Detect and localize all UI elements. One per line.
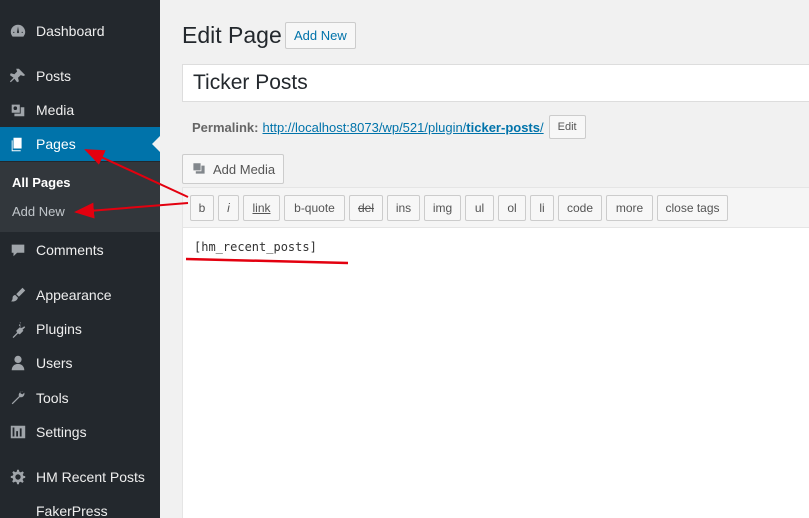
menu-plugins[interactable]: Plugins (0, 312, 160, 346)
qt-close-tags-button[interactable]: close tags (657, 195, 728, 221)
qt-code-button[interactable]: code (558, 195, 602, 221)
menu-dashboard[interactable]: Dashboard (0, 14, 160, 48)
pages-submenu: All Pages Add New (0, 162, 160, 232)
fakerpress-icon (8, 501, 28, 518)
menu-appearance[interactable]: Appearance (0, 278, 160, 312)
qt-ul-button[interactable]: ul (465, 195, 494, 221)
menu-comments-label: Comments (36, 242, 104, 258)
settings-icon (8, 422, 28, 442)
menu-users[interactable]: Users (0, 346, 160, 380)
add-media-label: Add Media (213, 161, 276, 177)
menu-media-label: Media (36, 102, 75, 118)
comment-icon (8, 240, 28, 260)
menu-posts[interactable]: Posts (0, 59, 160, 93)
qt-bold-button[interactable]: b (190, 195, 214, 221)
main-content: Edit Page Add New Permalink: http://loca… (160, 0, 809, 518)
editor-content[interactable]: [hm_recent_posts] (194, 240, 317, 254)
qt-img-button[interactable]: img (424, 195, 461, 221)
gear-icon (8, 467, 28, 487)
page-title: Edit Page (182, 22, 282, 48)
media-icon (191, 160, 213, 179)
menu-users-label: Users (36, 355, 73, 371)
add-media-button[interactable]: Add Media (182, 154, 285, 184)
menu-tools[interactable]: Tools (0, 381, 160, 415)
plug-icon (8, 319, 28, 339)
menu-tools-label: Tools (36, 390, 69, 406)
qt-del-button[interactable]: del (349, 195, 383, 221)
permalink-link[interactable]: http://localhost:8073/wp/521/plugin/tick… (262, 120, 543, 135)
wrench-icon (8, 388, 28, 408)
quicktags-toolbar: b i link b-quote del ins img ul ol li co… (183, 188, 809, 228)
user-icon (8, 353, 28, 373)
qt-more-button[interactable]: more (606, 195, 653, 221)
permalink-row: Permalink: http://localhost:8073/wp/521/… (192, 115, 586, 139)
brush-icon (8, 285, 28, 305)
menu-comments[interactable]: Comments (0, 233, 160, 267)
post-title-input[interactable] (182, 64, 809, 102)
menu-media[interactable]: Media (0, 93, 160, 127)
pin-icon (8, 66, 28, 86)
menu-hm-recent-posts-label: HM Recent Posts (36, 469, 145, 485)
menu-fakerpress-label: FakerPress (36, 503, 108, 518)
add-new-button[interactable]: Add New (285, 22, 356, 49)
menu-settings[interactable]: Settings (0, 415, 160, 449)
permalink-label: Permalink: (192, 119, 259, 135)
menu-pages[interactable]: Pages (0, 127, 160, 161)
menu-settings-label: Settings (36, 424, 87, 440)
dashboard-icon (8, 21, 28, 41)
qt-ins-button[interactable]: ins (387, 195, 420, 221)
submenu-add-new[interactable]: Add New (12, 204, 65, 219)
text-editor[interactable]: b i link b-quote del ins img ul ol li co… (182, 187, 809, 518)
admin-sidebar: Dashboard Posts Media Pages All Pages Ad… (0, 0, 160, 518)
qt-li-button[interactable]: li (530, 195, 554, 221)
qt-link-button[interactable]: link (243, 195, 280, 221)
menu-hm-recent-posts[interactable]: HM Recent Posts (0, 460, 160, 494)
menu-pages-label: Pages (36, 136, 76, 152)
permalink-slug: ticker-posts (466, 119, 540, 135)
menu-fakerpress[interactable]: FakerPress (0, 494, 160, 518)
permalink-base: http://localhost:8073/wp/521/plugin/ (262, 119, 467, 135)
submenu-all-pages[interactable]: All Pages (12, 175, 71, 190)
menu-posts-label: Posts (36, 68, 72, 84)
menu-plugins-label: Plugins (36, 321, 82, 337)
qt-bquote-button[interactable]: b-quote (284, 195, 345, 221)
menu-dashboard-label: Dashboard (36, 23, 105, 39)
pages-icon (8, 134, 28, 154)
media-icon (8, 100, 28, 120)
qt-italic-button[interactable]: i (218, 195, 239, 221)
qt-ol-button[interactable]: ol (498, 195, 526, 221)
permalink-trailing: / (540, 119, 544, 135)
permalink-edit-button[interactable]: Edit (548, 115, 586, 139)
menu-appearance-label: Appearance (36, 287, 112, 303)
